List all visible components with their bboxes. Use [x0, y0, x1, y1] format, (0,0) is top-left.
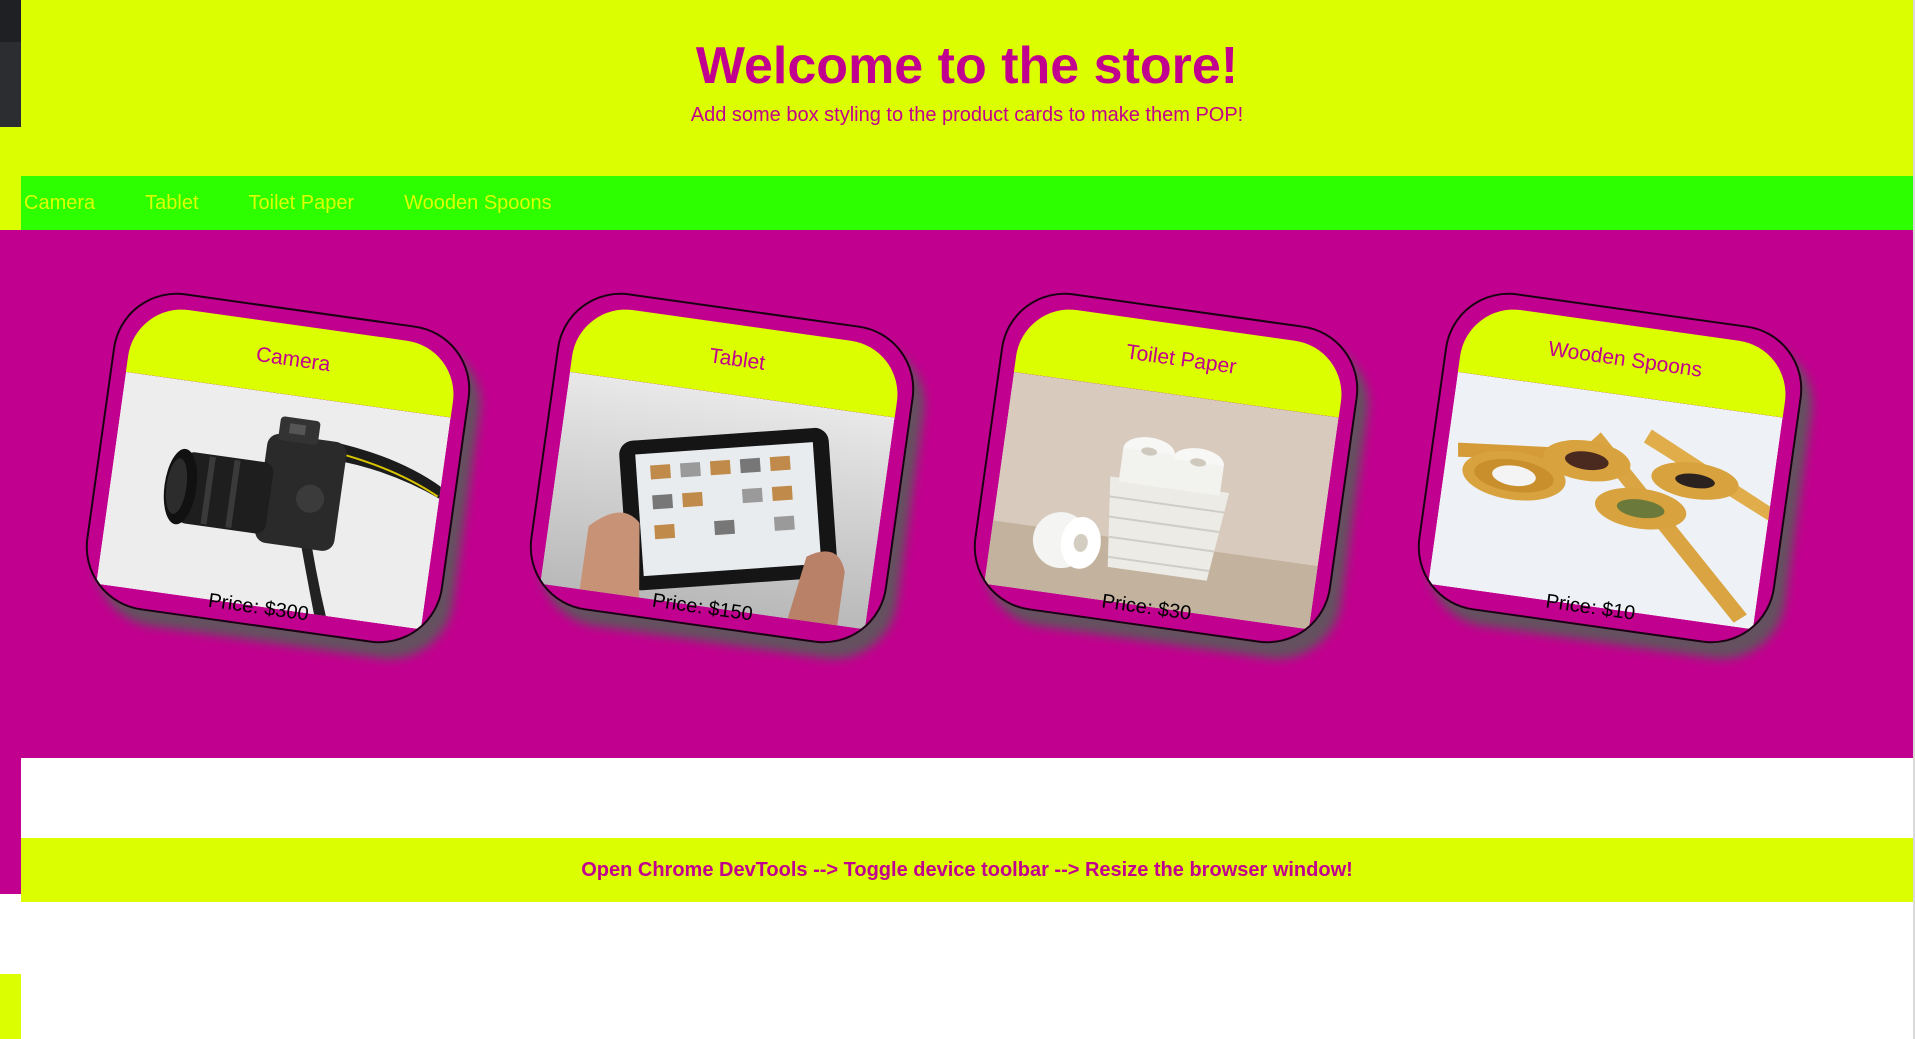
product-section: Camera Price: $300 Tablet Price: $150 To… [0, 230, 1913, 758]
product-card-toilet-paper[interactable]: Toilet Paper Price: $30 [965, 284, 1367, 652]
nav-link-camera[interactable]: Camera [24, 176, 95, 230]
page-title: Welcome to the store! [695, 37, 1239, 95]
footer-text: Open Chrome DevTools --> Toggle device t… [581, 859, 1353, 881]
spacer [21, 758, 1913, 838]
page-footer: Open Chrome DevTools --> Toggle device t… [21, 838, 1913, 902]
page-header: Welcome to the store! Add some box styli… [21, 0, 1913, 176]
product-card-tablet[interactable]: Tablet Price: $150 [521, 284, 923, 652]
page-subtitle: Add some box styling to the product card… [690, 104, 1244, 126]
product-card-camera[interactable]: Camera Price: $300 [77, 284, 479, 652]
edge-strip-lime-bottom [0, 974, 21, 1039]
nav-link-tablet[interactable]: Tablet [145, 176, 198, 230]
window-edge-top [0, 0, 21, 42]
nav-link-toilet-paper[interactable]: Toilet Paper [249, 176, 355, 230]
product-card-wooden-spoons[interactable]: Wooden Spoons Price: $10 [1409, 284, 1811, 652]
nav-link-wooden-spoons[interactable]: Wooden Spoons [404, 176, 552, 230]
product-nav: Camera Tablet Toilet Paper Wooden Spoons [21, 176, 1913, 230]
